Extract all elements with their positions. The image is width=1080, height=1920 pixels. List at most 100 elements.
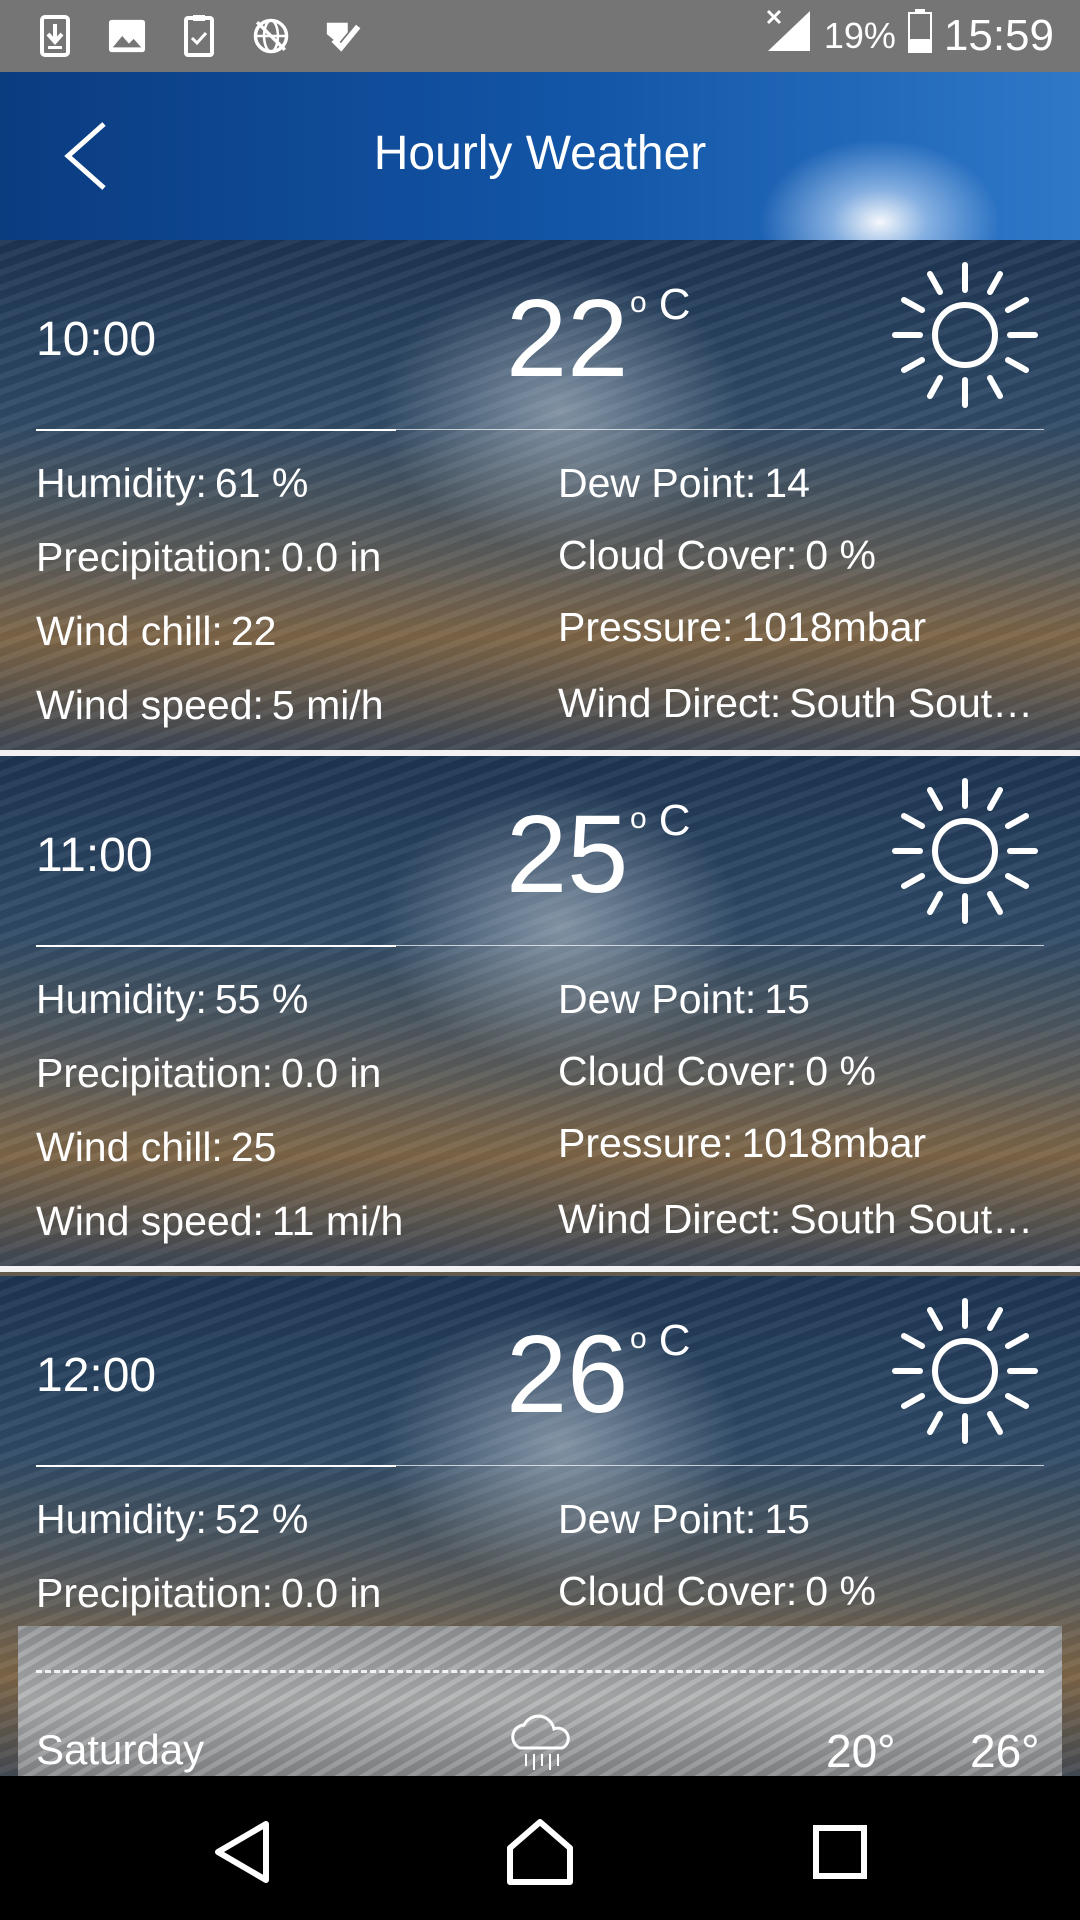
degree-symbol: o: [630, 286, 651, 319]
wind-direction-value: South Sout…: [789, 1196, 1034, 1242]
wind-speed-label: Wind speed:: [36, 682, 264, 728]
sun-icon: [892, 778, 1038, 924]
hour-temp: 26: [506, 1313, 629, 1436]
page-title: Hourly Weather: [373, 127, 707, 180]
humidity-value: 61 %: [214, 460, 309, 506]
daily-forecast-row[interactable]: Saturday 20° 26°: [18, 1626, 1062, 1776]
temp-unit: oC: [630, 1316, 694, 1366]
status-bar: 19% 15:59: [0, 0, 1080, 72]
wind-chill-value: 22: [230, 608, 277, 654]
humidity-value: 55 %: [214, 976, 309, 1022]
day-high-temp: 26°: [970, 1725, 1040, 1776]
sun-icon: [892, 1298, 1038, 1444]
system-nav-bar: [0, 1776, 1080, 1920]
wind-chill-row: Wind chill: 22: [36, 608, 536, 655]
dew-point-row: Dew Point: 15: [558, 1496, 1038, 1543]
day-low-temp: 20°: [826, 1725, 896, 1776]
temp-unit: oC: [630, 796, 694, 846]
humidity-label: Humidity:: [36, 460, 207, 506]
cloud-cover-label: Cloud Cover:: [558, 532, 798, 578]
cloud-cover-value: 0 %: [805, 532, 876, 578]
hour-time: 11:00: [36, 829, 153, 882]
dew-point-value: 14: [764, 460, 810, 506]
wind-speed-value: 5 mi/h: [271, 682, 384, 728]
divider: [396, 1465, 1044, 1466]
precipitation-value: 0.0 in: [281, 1050, 382, 1096]
pressure-value: 1018mbar: [741, 604, 927, 650]
nav-back-button[interactable]: [206, 1816, 278, 1888]
degree-symbol: o: [630, 1322, 651, 1355]
hour-temp: 25: [506, 793, 629, 916]
wind-speed-value: 11 mi/h: [271, 1198, 404, 1244]
precipitation-row: Precipitation: 0.0 in: [36, 534, 536, 581]
battery-percent: 19%: [823, 15, 896, 56]
checkmark-app-icon: [324, 15, 362, 57]
no-globe-icon: [252, 15, 290, 57]
status-clock: 15:59: [943, 11, 1054, 60]
humidity-label: Humidity:: [36, 976, 207, 1022]
wind-direction-label: Wind Direct:: [558, 680, 782, 726]
nav-back-icon: [215, 1821, 269, 1883]
pressure-label: Pressure:: [558, 604, 734, 650]
wind-direction-label: Wind Direct:: [558, 1196, 782, 1242]
unit-letter: C: [658, 796, 695, 845]
wind-chill-label: Wind chill:: [36, 1124, 223, 1170]
dew-point-label: Dew Point:: [558, 460, 757, 506]
pressure-row: Pressure: 1018mbar: [558, 604, 1038, 651]
rain-cloud-icon: [511, 1714, 570, 1770]
hour-card[interactable]: 10:00 22 oC Humidity: 61 % Precipitation:…: [0, 240, 1080, 750]
cloud-cover-label: Cloud Cover:: [558, 1048, 798, 1094]
humidity-row: Humidity: 61 %: [36, 460, 536, 507]
precipitation-row: Precipitation: 0.0 in: [36, 1570, 536, 1617]
wind-direction-row: Wind Direct: South Sout…: [558, 680, 1038, 727]
wind-speed-row: Wind speed: 5 mi/h: [36, 682, 536, 729]
day-name: Saturday: [36, 1726, 205, 1773]
hourly-list[interactable]: 10:00 22 oC Humidity: 61 % Precipitation:…: [0, 240, 1080, 1776]
sun-icon: [892, 262, 1038, 408]
humidity-row: Humidity: 52 %: [36, 1496, 536, 1543]
divider-accent: [36, 945, 396, 947]
task-check-icon: [180, 15, 218, 57]
precipitation-value: 0.0 in: [281, 1570, 382, 1616]
hour-time: 12:00: [36, 1349, 157, 1402]
cloud-cover-row: Cloud Cover: 0 %: [558, 1568, 1038, 1615]
dashed-divider: [36, 1670, 1044, 1673]
hour-time: 10:00: [36, 313, 157, 366]
cloud-cover-row: Cloud Cover: 0 %: [558, 1048, 1038, 1095]
unit-letter: C: [658, 280, 695, 329]
dew-point-label: Dew Point:: [558, 1496, 757, 1542]
precipitation-value: 0.0 in: [281, 534, 382, 580]
nav-home-button[interactable]: [504, 1816, 576, 1888]
cloud-cover-value: 0 %: [805, 1568, 876, 1614]
dew-point-row: Dew Point: 15: [558, 976, 1038, 1023]
dew-point-value: 15: [764, 976, 810, 1022]
divider: [396, 429, 1044, 430]
divider: [396, 945, 1044, 946]
nav-recents-button[interactable]: [804, 1816, 876, 1888]
image-icon: [108, 15, 146, 57]
pressure-row: Pressure: 1018mbar: [558, 1120, 1038, 1167]
unit-letter: C: [658, 1316, 695, 1365]
precipitation-label: Precipitation:: [36, 1570, 274, 1616]
dew-point-row: Dew Point: 14: [558, 460, 1038, 507]
precipitation-row: Precipitation: 0.0 in: [36, 1050, 536, 1097]
wind-direction-row: Wind Direct: South Sout…: [558, 1196, 1038, 1243]
temp-unit: oC: [630, 280, 694, 330]
wind-chill-label: Wind chill:: [36, 608, 223, 654]
precipitation-label: Precipitation:: [36, 1050, 274, 1096]
wind-chill-row: Wind chill: 25: [36, 1124, 536, 1171]
divider-accent: [36, 429, 396, 431]
hour-temp: 22: [506, 277, 629, 400]
dew-point-label: Dew Point:: [558, 976, 757, 1022]
pressure-value: 1018mbar: [741, 1120, 927, 1166]
cloud-cover-label: Cloud Cover:: [558, 1568, 798, 1614]
nav-home-icon: [507, 1819, 573, 1885]
wind-direction-value: South Sout…: [789, 680, 1034, 726]
humidity-label: Humidity:: [36, 1496, 207, 1542]
humidity-row: Humidity: 55 %: [36, 976, 536, 1023]
wind-speed-label: Wind speed:: [36, 1198, 264, 1244]
wind-chill-value: 25: [230, 1124, 277, 1170]
download-icon: [36, 15, 74, 57]
hour-card[interactable]: 11:00 25 oC Humidity: 55 % Precipitation:…: [0, 756, 1080, 1266]
card-separator: [0, 1266, 1080, 1272]
